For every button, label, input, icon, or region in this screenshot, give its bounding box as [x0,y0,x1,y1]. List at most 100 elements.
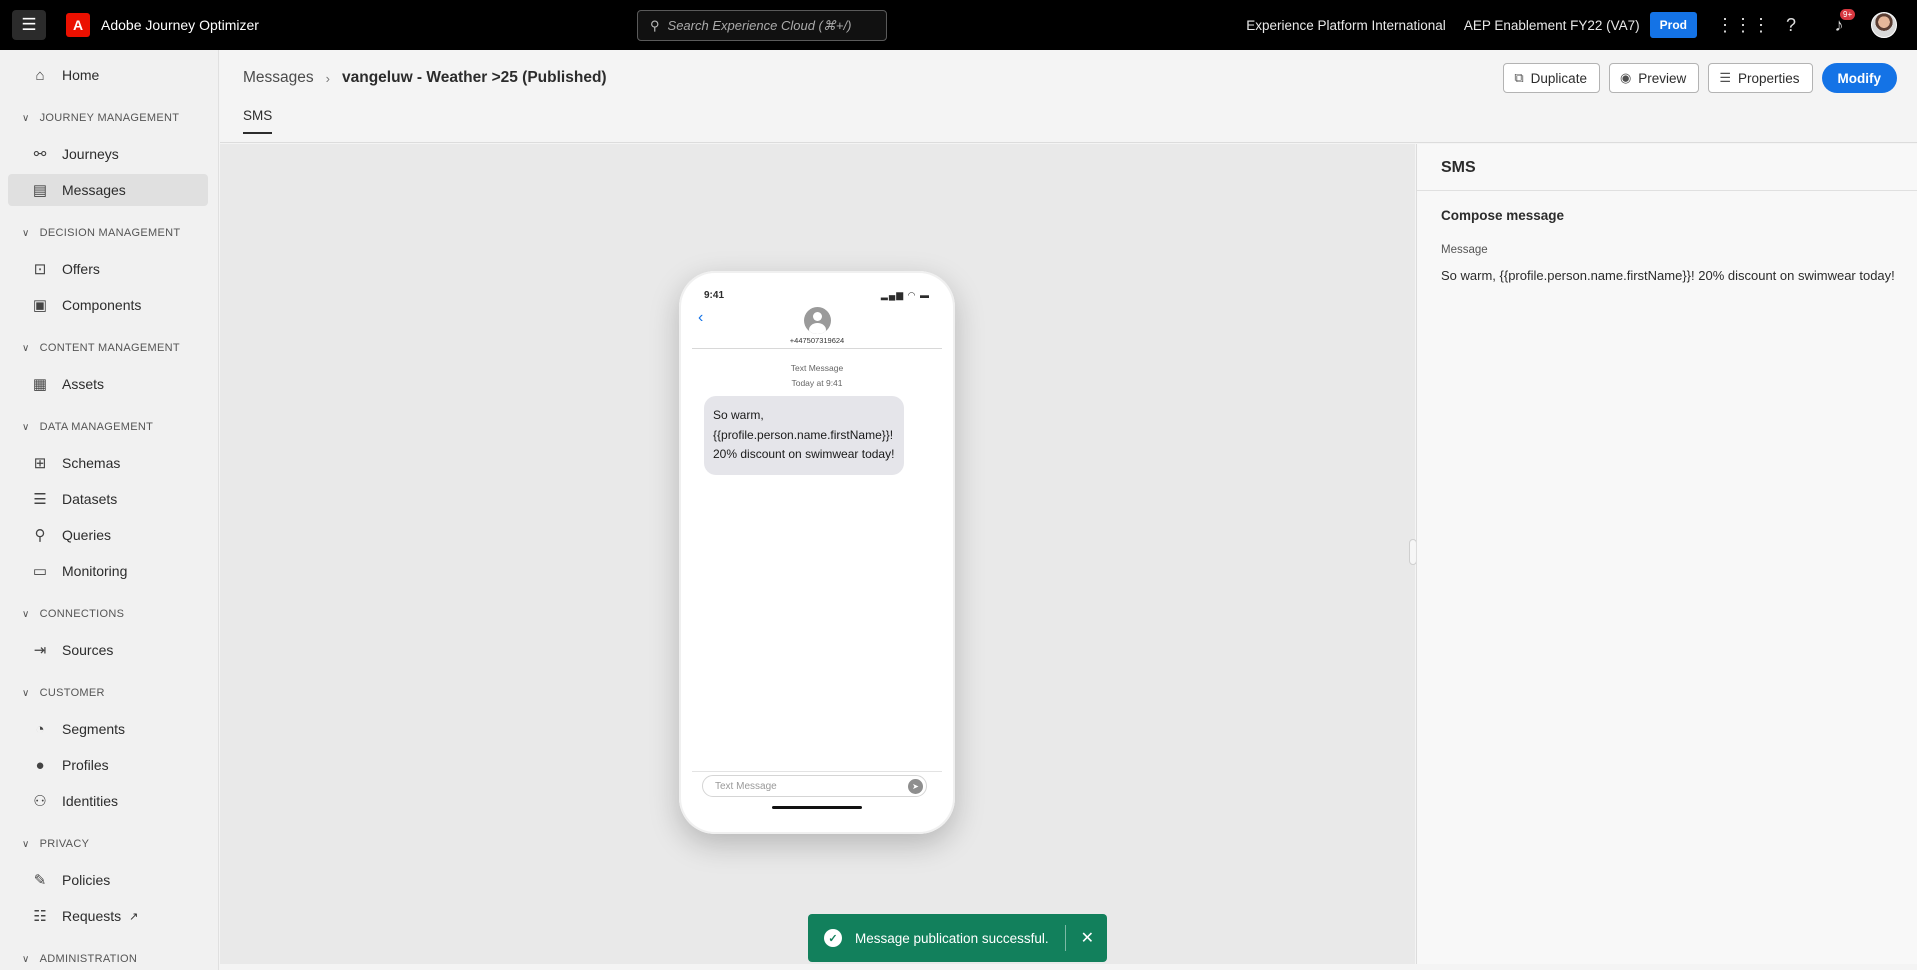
sidebar-item-identities[interactable]: ⚇ Identities [8,785,208,817]
chevron-down-icon: ∨ [22,342,30,354]
sidebar-item-segments[interactable]: ◔ Segments [8,713,208,745]
header-actions: ⧉ Duplicate ◉ Preview ☰ Properties Modify [1503,63,1897,93]
app-title: Adobe Journey Optimizer [101,17,259,33]
phone-status-icons: ▂▄▆ ◠ ▬ [880,290,930,300]
sidebar-item-monitoring[interactable]: ▭ Monitoring [8,555,208,587]
duplicate-button[interactable]: ⧉ Duplicate [1503,63,1600,93]
phone-mockup: 9:41 ▂▄▆ ◠ ▬ ‹ +447507319624 Text Messag… [679,271,955,834]
panel-divider [1417,190,1917,191]
database-icon: ☰ [33,491,47,508]
properties-icon: ☰ [1719,70,1731,85]
eye-icon: ◉ [1619,70,1632,85]
composer-placeholder: Text Message [715,780,777,792]
requests-icon: ☷ [33,908,47,925]
environment-badge[interactable]: Prod [1649,12,1697,38]
section-data-management[interactable]: ∨ DATA MANAGEMENT [22,421,153,433]
sidebar: ⌂ Home ∨ JOURNEY MANAGEMENT ⚯ Journeys ▤ Mes… [0,50,219,970]
sidebar-item-policies[interactable]: ✎ Policies [8,864,208,896]
user-avatar[interactable] [1871,12,1897,38]
breadcrumb-messages-link[interactable]: Messages [243,69,314,87]
sidebar-item-sources[interactable]: ⇥ Sources [8,634,208,666]
message-timestamp: Today at 9:41 [791,378,843,388]
notification-count-badge: 9+ [1840,8,1856,20]
sidebar-item-datasets[interactable]: ☰ Datasets [8,483,208,515]
page-header: Messages › vangeluw - Weather >25 (Publi… [220,50,1917,143]
org-switcher[interactable]: Experience Platform International [1246,18,1446,33]
top-bar: ☰ A Adobe Journey Optimizer ⚲ Experience… [0,0,1917,50]
message-icon: ▤ [32,182,48,199]
components-icon: ▣ [32,297,48,314]
composer-divider [692,771,942,772]
sources-icon: ⇥ [33,642,47,659]
section-privacy[interactable]: ∨ PRIVACY [22,838,89,850]
sidebar-item-queries[interactable]: ⚲ Queries [8,519,208,551]
properties-button[interactable]: ☰ Properties [1708,63,1813,93]
contact-avatar-icon [804,307,831,334]
schema-icon: ⊞ [33,455,47,472]
tab-sms[interactable]: SMS [243,108,273,134]
chevron-down-icon: ∨ [22,608,30,620]
message-meta: Text Message Today at 9:41 [692,361,942,391]
chevron-down-icon: ∨ [22,421,30,433]
contact-number: +447507319624 [789,336,845,345]
search-box[interactable]: ⚲ [637,10,887,41]
notifications-bell-icon[interactable]: ♪ 9+ [1815,8,1863,36]
help-icon[interactable]: ? [1767,15,1815,36]
apps-grid-icon[interactable]: ⋮⋮⋮ [1716,15,1770,36]
journeys-icon: ⚯ [33,146,47,163]
preview-button[interactable]: ◉ Preview [1608,63,1700,93]
home-icon: ⌂ [35,66,45,84]
message-type: Text Message [790,363,844,373]
back-chevron-icon: ‹ [698,309,704,326]
toast-message: Message publication successful. [855,930,1049,946]
phone-divider [692,348,942,349]
sidebar-item-requests[interactable]: ☷ Requests ↗ [8,900,208,932]
sidebar-item-assets[interactable]: ▦ Assets [8,368,208,400]
compose-message-heading: Compose message [1441,208,1565,223]
preview-canvas: 9:41 ▂▄▆ ◠ ▬ ‹ +447507319624 Text Messag… [220,144,1415,964]
monitoring-icon: ▭ [32,563,48,580]
policies-icon: ✎ [33,872,47,889]
sidebar-item-schemas[interactable]: ⊞ Schemas [8,447,208,479]
profile-icon: ● [35,756,45,774]
search-input[interactable] [667,18,868,33]
adobe-logo: A [66,13,90,37]
section-content-management[interactable]: ∨ CONTENT MANAGEMENT [22,342,180,354]
bottom-strip [220,964,1917,970]
duplicate-icon: ⧉ [1514,70,1524,85]
offers-icon: ⊡ [33,261,47,278]
section-administration[interactable]: ∨ ADMINISTRATION [22,953,137,965]
search-icon: ⚲ [650,17,660,33]
sidebar-item-profiles[interactable]: ● Profiles [8,749,208,781]
sidebar-item-home[interactable]: ⌂ Home [8,59,208,91]
sidebar-item-components[interactable]: ▣ Components [8,289,208,321]
section-customer[interactable]: ∨ CUSTOMER [22,687,105,699]
checkmark-icon: ✓ [824,929,842,947]
send-icon: ➤ [908,779,923,794]
home-indicator [772,806,862,809]
sidebar-item-offers[interactable]: ⊡ Offers [8,253,208,285]
message-field-label: Message [1441,244,1488,256]
sidebar-item-journeys[interactable]: ⚯ Journeys [8,138,208,170]
chevron-down-icon: ∨ [22,227,30,239]
sandbox-switcher[interactable]: AEP Enablement FY22 (VA7) [1464,18,1640,33]
section-journey-management[interactable]: ∨ JOURNEY MANAGEMENT [22,112,179,124]
sidebar-item-messages[interactable]: ▤ Messages [8,174,208,206]
chevron-down-icon: ∨ [22,838,30,850]
sms-bubble: So warm, {{profile.person.name.firstName… [704,396,904,475]
menu-icon[interactable]: ☰ [12,10,46,40]
chevron-down-icon: ∨ [22,687,30,699]
close-icon[interactable]: ✕ [1081,928,1094,948]
phone-screen: 9:41 ▂▄▆ ◠ ▬ ‹ +447507319624 Text Messag… [692,285,942,819]
assets-icon: ▦ [32,376,48,393]
message-field-value[interactable]: So warm, {{profile.person.name.firstName… [1441,268,1895,283]
toast-divider [1064,925,1066,951]
segments-icon: ◔ [35,720,45,738]
section-connections[interactable]: ∨ CONNECTIONS [22,608,124,620]
modify-button[interactable]: Modify [1821,63,1897,93]
identities-icon: ⚇ [33,793,47,810]
chevron-right-icon: › [325,70,330,86]
page-title: vangeluw - Weather >25 (Published) [342,69,607,86]
success-toast: ✓ Message publication successful. ✕ [808,914,1107,962]
section-decision-management[interactable]: ∨ DECISION MANAGEMENT [22,227,180,239]
